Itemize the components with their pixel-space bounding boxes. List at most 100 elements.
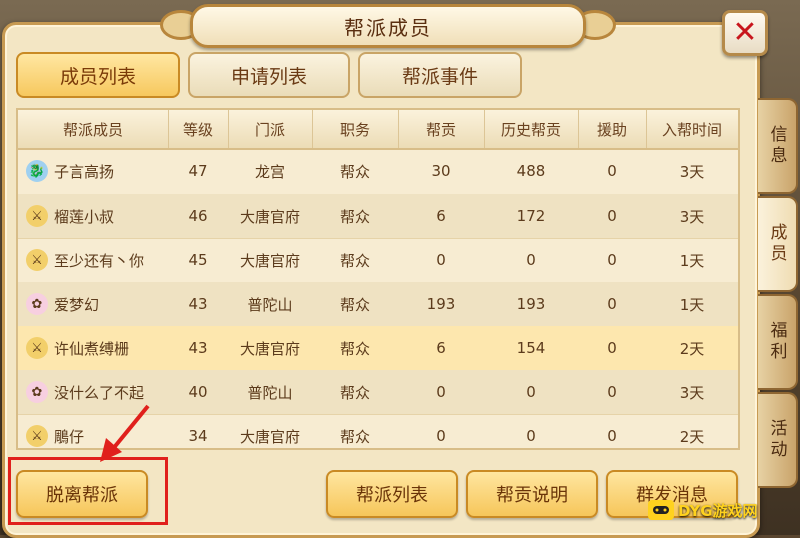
member-name: 爱梦幻 [54,295,100,314]
cell-member-name: ⚔ 许仙煮缚栅 [18,326,168,370]
member-name: 子言高扬 [54,162,115,181]
cell-aid: 0 [607,162,617,180]
cell-aid: 0 [607,339,617,357]
tab-application-list[interactable]: 申请列表 [188,52,350,98]
cell-level: 43 [188,295,208,313]
tab-member-list[interactable]: 成员列表 [16,52,180,98]
cell-level: 47 [188,162,208,180]
cell-role: 帮众 [339,251,370,270]
cell-contribution: 0 [436,251,446,269]
cell-member-name: 🐉 子言高扬 [18,148,168,194]
cell-school: 龙宫 [254,162,285,181]
close-icon: ✕ [732,15,758,50]
cell-joined-time: 1天 [679,251,705,270]
col-header-history[interactable]: 历史帮贡 [484,110,579,148]
tab-guild-events[interactable]: 帮派事件 [358,52,522,98]
sword-icon: ⚔ [26,337,48,359]
side-tab-info[interactable]: 信息 [758,98,798,194]
cell-aid: 0 [607,427,617,445]
cell-role: 帮众 [339,162,370,181]
table-row[interactable]: ⚔ 至少还有丶你 45 大唐官府 帮众 0 0 0 1天 [18,238,738,283]
cell-contribution: 30 [431,162,451,180]
cell-level: 40 [188,383,208,401]
col-header-member[interactable]: 帮派成员 [18,110,169,148]
cell-school: 大唐官府 [239,207,300,226]
cell-member-name: ⚔ 榴莲小叔 [18,194,168,238]
table-row[interactable]: 🐉 子言高扬 47 龙宫 帮众 30 488 0 3天 [18,148,738,195]
table-header: 帮派成员 等级 门派 职务 帮贡 历史帮贡 援助 入帮时间 [18,110,738,150]
member-name: 鵰仔 [54,427,85,446]
close-button[interactable]: ✕ [722,10,768,56]
side-tab-benefits[interactable]: 福利 [758,294,798,390]
cell-role: 帮众 [339,295,370,314]
cell-member-name: ⚔ 至少还有丶你 [18,238,168,282]
member-name: 许仙煮缚栅 [54,339,130,358]
cell-school: 大唐官府 [239,251,300,270]
cell-school: 大唐官府 [239,427,300,446]
cell-role: 帮众 [339,339,370,358]
table-row[interactable]: ⚔ 许仙煮缚栅 43 大唐官府 帮众 6 154 0 2天 [18,326,738,371]
cell-contribution: 193 [426,295,456,313]
window-title-plate: 帮派成员 [190,4,586,48]
col-header-contribution[interactable]: 帮贡 [398,110,485,148]
cell-school: 普陀山 [247,295,293,314]
cell-level: 46 [188,207,208,225]
cell-history-contribution: 0 [526,383,536,401]
cell-contribution: 0 [436,427,446,445]
col-header-joined[interactable]: 入帮时间 [646,110,738,148]
cell-member-name: ✿ 爱梦幻 [18,282,168,326]
cell-contribution: 6 [436,207,446,225]
highlight-box [8,457,168,525]
member-table: 帮派成员 等级 门派 职务 帮贡 历史帮贡 援助 入帮时间 🐉 子言高扬 47 龙宫帮… [16,108,740,450]
cell-level: 45 [188,251,208,269]
lotus-icon: ✿ [26,381,48,403]
member-name: 至少还有丶你 [54,251,145,270]
window-title: 帮派成员 [344,15,432,40]
cell-history-contribution: 488 [516,162,546,180]
cell-aid: 0 [607,295,617,313]
cell-aid: 0 [607,251,617,269]
cell-role: 帮众 [339,207,370,226]
pointer-arrow-icon [100,404,150,462]
cell-joined-time: 2天 [679,427,705,446]
guild-list-button[interactable]: 帮派列表 [326,470,458,518]
dragon-icon: 🐉 [26,160,48,182]
col-header-aid[interactable]: 援助 [578,110,647,148]
cell-joined-time: 1天 [679,295,705,314]
table-row[interactable]: ✿ 爱梦幻 43 普陀山 帮众 193 193 0 1天 [18,282,738,327]
side-tab-members[interactable]: 成员 [758,196,798,292]
cell-contribution: 0 [436,383,446,401]
col-header-level[interactable]: 等级 [168,110,229,148]
cell-aid: 0 [607,207,617,225]
watermark-text: DYG游戏网 [678,501,758,520]
cell-history-contribution: 154 [516,339,546,357]
contribution-help-button[interactable]: 帮贡说明 [466,470,598,518]
table-row[interactable]: ⚔ 榴莲小叔 46 大唐官府 帮众 6 172 0 3天 [18,194,738,239]
member-name: 没什么了不起 [54,383,145,402]
cell-history-contribution: 172 [516,207,546,225]
col-header-school[interactable]: 门派 [228,110,313,148]
sword-icon: ⚔ [26,249,48,271]
lotus-icon: ✿ [26,293,48,315]
cell-joined-time: 3天 [679,383,705,402]
gamepad-icon [648,500,674,520]
sword-icon: ⚔ [26,205,48,227]
cell-history-contribution: 0 [526,427,536,445]
cell-role: 帮众 [339,427,370,446]
cell-contribution: 6 [436,339,446,357]
cell-aid: 0 [607,383,617,401]
side-tab-activities[interactable]: 活动 [758,392,798,488]
cell-history-contribution: 193 [516,295,546,313]
member-name: 榴莲小叔 [54,207,115,226]
col-header-role[interactable]: 职务 [312,110,399,148]
cell-joined-time: 3天 [679,207,705,226]
cell-joined-time: 2天 [679,339,705,358]
cell-joined-time: 3天 [679,162,705,181]
cell-school: 大唐官府 [239,339,300,358]
sword-icon: ⚔ [26,425,48,447]
cell-school: 普陀山 [247,383,293,402]
cell-role: 帮众 [339,383,370,402]
cell-level: 43 [188,339,208,357]
site-watermark: DYG游戏网 [648,496,758,524]
cell-level: 34 [188,427,208,445]
